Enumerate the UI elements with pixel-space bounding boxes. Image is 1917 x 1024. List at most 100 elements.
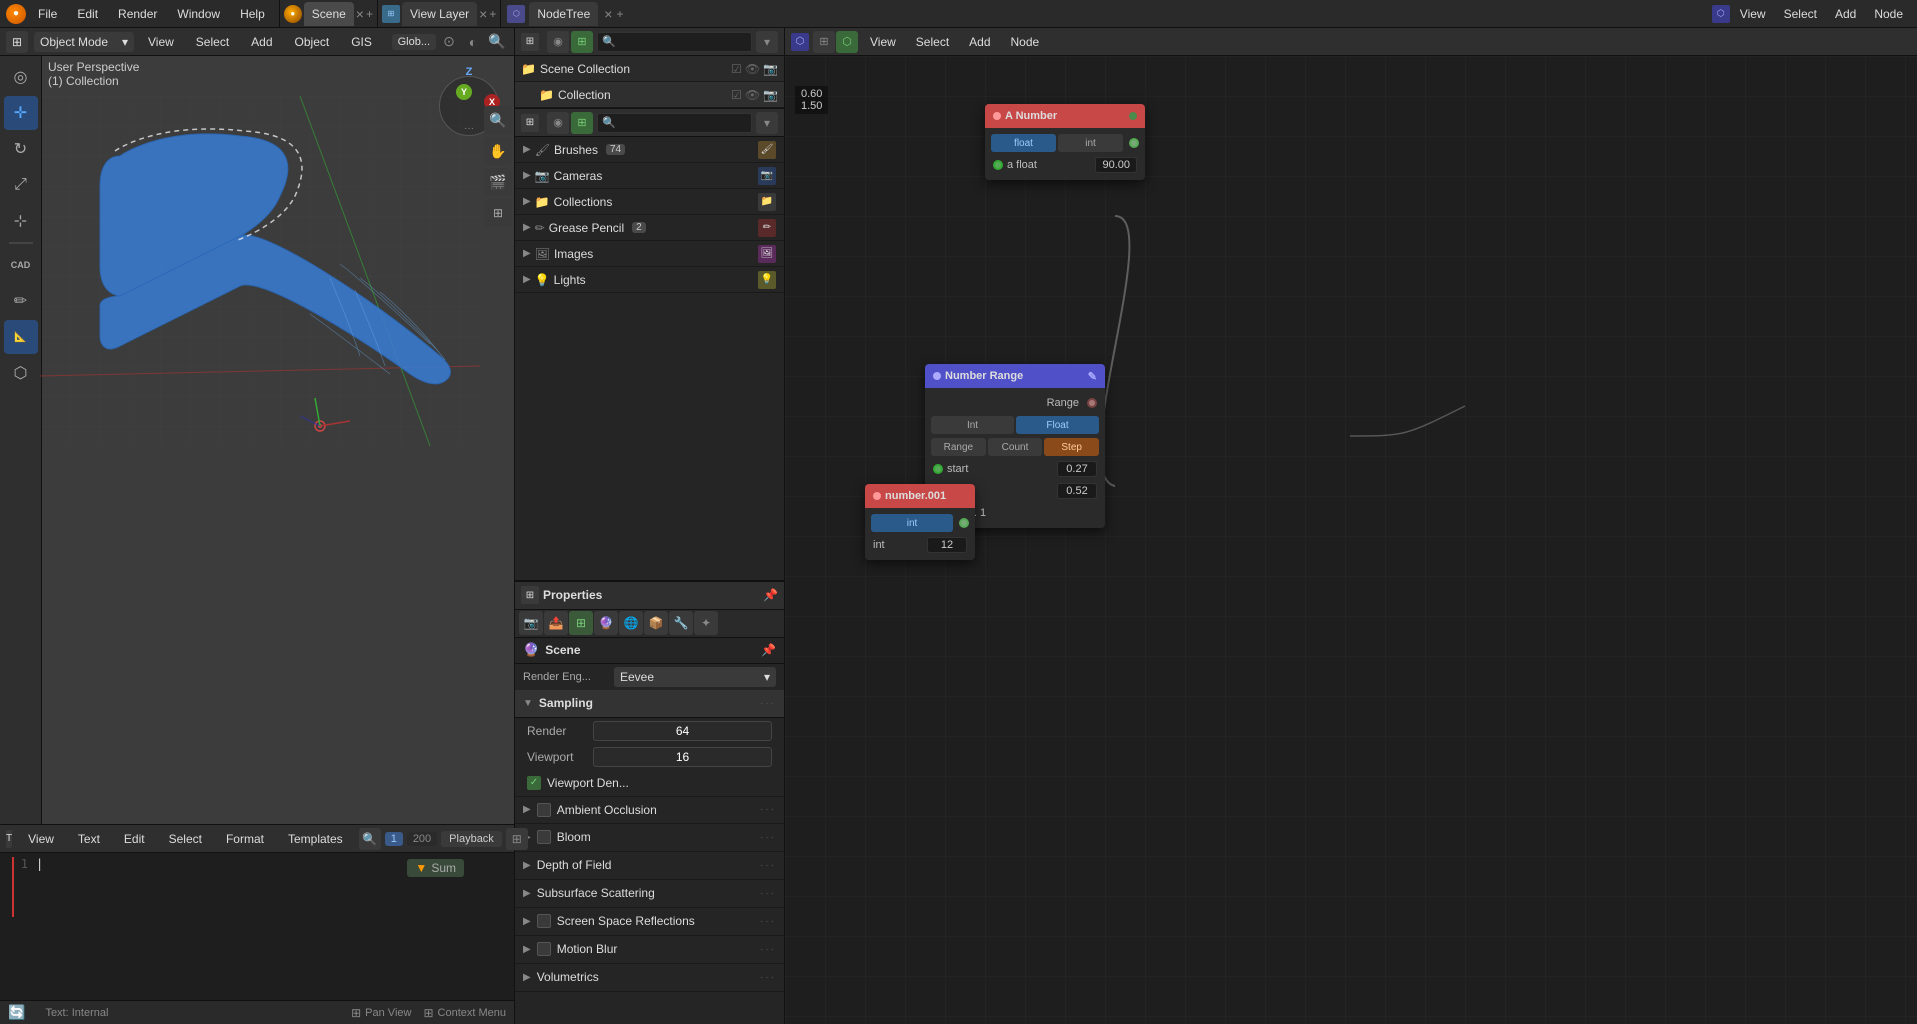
node-number-range-edit-icon[interactable]: ✎	[1088, 371, 1097, 383]
props-lower-pin[interactable]: 📌	[763, 588, 778, 602]
scene-coll-check[interactable]: ☑	[731, 62, 742, 76]
add-menu-viewport[interactable]: Add	[243, 33, 280, 51]
collections-item[interactable]: ▶ 📁 Collections 📁	[515, 189, 784, 215]
text-menu-edit[interactable]: Edit	[116, 830, 153, 848]
render-engine-dropdown[interactable]: Eevee ▾	[614, 667, 776, 687]
text-editor-icon[interactable]: T	[6, 830, 12, 848]
render-preview-btn[interactable]: ⊞	[484, 199, 512, 227]
node-tree-tab[interactable]: NodeTree	[529, 2, 598, 26]
sampling-dots[interactable]: ···	[760, 698, 776, 709]
scene-prop-pin[interactable]: 📌	[761, 643, 776, 657]
tool-select[interactable]: ◎	[4, 60, 38, 94]
view-layer-tab-close[interactable]: ×	[479, 6, 487, 22]
node-tab-float[interactable]: float	[991, 134, 1056, 152]
node-001-int-tab[interactable]: int	[871, 514, 953, 532]
view-menu[interactable]: View	[140, 33, 182, 51]
second-filter-btn[interactable]: ▾	[756, 112, 778, 134]
scene-coll-eye[interactable]: 👁	[745, 62, 760, 76]
menu-edit[interactable]: Edit	[69, 5, 106, 23]
gis-menu-viewport[interactable]: GIS	[343, 33, 380, 51]
camera-btn[interactable]: 🎬	[484, 168, 512, 196]
render-value-input[interactable]: 64	[593, 721, 772, 741]
node-tab-range-btn[interactable]: Range	[931, 438, 986, 456]
text-search-btn[interactable]: 🔍	[359, 828, 381, 850]
node-a-number[interactable]: A Number float int	[985, 104, 1145, 180]
node-step-value[interactable]: 0.52	[1057, 483, 1097, 499]
prop-icon-scene[interactable]: 🔮	[594, 611, 618, 635]
node-header-active-icon[interactable]: ⬡	[836, 31, 858, 53]
scene-collection-item[interactable]: 📁 Scene Collection ☑ 👁 📷	[515, 56, 784, 82]
bloom-checkbox[interactable]	[537, 830, 551, 844]
node-menu-node[interactable]: Node	[1866, 5, 1911, 23]
outliner-search-input[interactable]	[618, 36, 747, 48]
viewport-search-btn[interactable]: 🔍	[486, 31, 508, 53]
node-a-float-value[interactable]: 90.00	[1095, 157, 1137, 173]
context-menu-btn[interactable]: ⊞ Context Menu	[423, 1006, 506, 1020]
coll-check[interactable]: ☑	[731, 88, 742, 102]
sampling-header[interactable]: ▼ Sampling ···	[515, 690, 784, 718]
brushes-type-icon[interactable]: 🖌	[758, 141, 776, 159]
status-sync-btn[interactable]: 🔄	[8, 1004, 25, 1021]
node-tree-add[interactable]: +	[616, 7, 623, 21]
node-header-view-menu[interactable]: View	[862, 33, 904, 51]
second-outliner-active-btn[interactable]: ⊞	[571, 112, 593, 134]
node-header-view-icon[interactable]: ⊞	[813, 31, 835, 53]
brushes-item[interactable]: ▶ 🖌 Brushes 74 🖌	[515, 137, 784, 163]
text-menu-templates[interactable]: Templates	[280, 830, 351, 848]
prop-icon-modifier[interactable]: 🔧	[669, 611, 693, 635]
lights-item[interactable]: ▶ 💡 Lights 💡	[515, 267, 784, 293]
text-menu-select[interactable]: Select	[161, 830, 210, 848]
node-menu-select[interactable]: Select	[1776, 5, 1825, 23]
ssr-section[interactable]: ▶ Screen Space Reflections ···	[515, 908, 784, 936]
node-canvas[interactable]: 0.60 1.50 A Number	[785, 56, 1917, 1024]
second-outliner-scene-btn[interactable]: ◉	[547, 112, 569, 134]
node-tab-int-btn[interactable]: Int	[931, 416, 1014, 434]
outliner-filter-btn[interactable]: ▾	[756, 31, 778, 53]
node-tab-count-btn[interactable]: Count	[988, 438, 1043, 456]
subsurface-scattering-section[interactable]: ▶ Subsurface Scattering ···	[515, 880, 784, 908]
pan-btn[interactable]: ✋	[484, 137, 512, 165]
second-search-bar[interactable]: 🔍	[597, 113, 752, 133]
node-tab-step-btn[interactable]: Step	[1044, 438, 1099, 456]
node-header-node-menu[interactable]: Node	[1003, 33, 1048, 51]
viewport-value-input[interactable]: 16	[593, 747, 772, 767]
scene-coll-cam[interactable]: 📷	[763, 62, 778, 76]
cameras-type-icon[interactable]: 📷	[758, 167, 776, 185]
scene-tab-close[interactable]: ×	[356, 6, 364, 22]
menu-window[interactable]: Window	[169, 5, 228, 23]
node-start-value[interactable]: 0.27	[1057, 461, 1097, 477]
node-tab-float-btn[interactable]: Float	[1016, 416, 1099, 434]
blender-logo[interactable]: ●	[6, 4, 26, 24]
depth-of-field-section[interactable]: ▶ Depth of Field ···	[515, 852, 784, 880]
tool-move[interactable]: ✛	[4, 96, 38, 130]
node-header-select-menu[interactable]: Select	[908, 33, 957, 51]
view-layer-tab[interactable]: View Layer	[402, 2, 477, 26]
global-local-toggle[interactable]: Glob...	[392, 34, 436, 50]
viewport-icon[interactable]: ⊞	[6, 31, 28, 53]
outliner-active-icon-btn[interactable]: ⊞	[571, 31, 593, 53]
text-more-btn[interactable]: ⊞	[506, 828, 528, 850]
outliner-search-bar[interactable]: 🔍	[597, 32, 752, 52]
tool-scale[interactable]: ⤢	[4, 168, 38, 202]
node-tree-tab-close[interactable]: ×	[604, 6, 612, 22]
mb-checkbox[interactable]	[537, 942, 551, 956]
lights-type-icon[interactable]: 💡	[758, 271, 776, 289]
motion-blur-section[interactable]: ▶ Motion Blur ···	[515, 936, 784, 964]
grease-pencil-item[interactable]: ▶ ✏ Grease Pencil 2 ✏	[515, 215, 784, 241]
collections-type-icon[interactable]: 📁	[758, 193, 776, 211]
prop-icon-world[interactable]: 🌐	[619, 611, 643, 635]
tool-rotate[interactable]: ↻	[4, 132, 38, 166]
menu-render[interactable]: Render	[110, 5, 165, 23]
text-menu-text[interactable]: Text	[70, 830, 108, 848]
tool-measure[interactable]: 📐	[4, 320, 38, 354]
tool-cad[interactable]: CAD	[4, 248, 38, 282]
view-layer-tab-add[interactable]: +	[489, 7, 496, 21]
viewport-overlay-btn[interactable]: ⊙	[438, 31, 460, 53]
tool-transform[interactable]: ⊹	[4, 204, 38, 238]
zoom-in-btn[interactable]: 🔍	[484, 106, 512, 134]
ambient-occlusion-section[interactable]: ▶ Ambient Occlusion ···	[515, 796, 784, 824]
denoising-checkbox[interactable]: ✓	[527, 776, 541, 790]
coll-cam[interactable]: 📷	[763, 88, 778, 102]
outliner-scene-icon-btn[interactable]: ◉	[547, 31, 569, 53]
code-area[interactable]: |	[36, 857, 43, 871]
